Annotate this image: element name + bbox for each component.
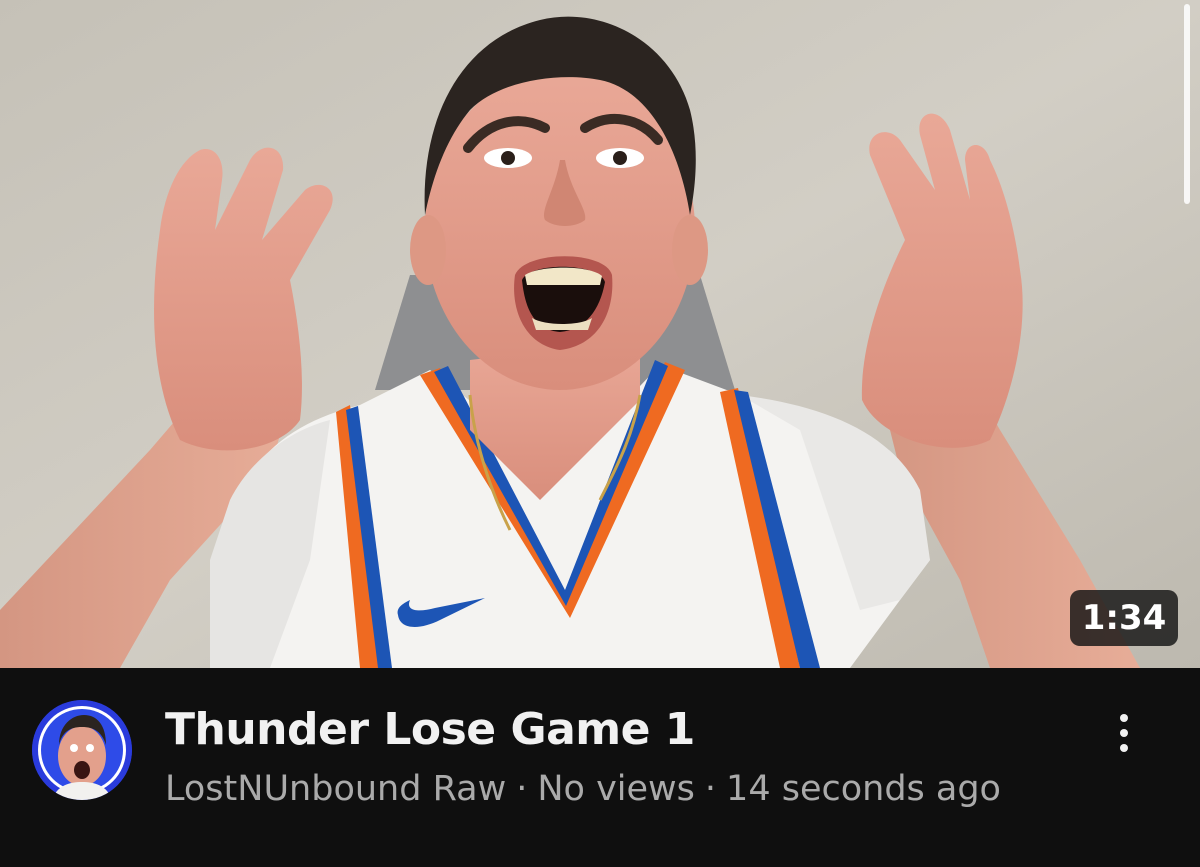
more-vertical-icon	[1120, 714, 1128, 722]
more-options-button[interactable]	[1104, 708, 1144, 758]
scrollbar[interactable]	[1184, 4, 1190, 204]
avatar-image	[32, 700, 132, 800]
channel-name[interactable]: LostNUnbound Raw	[165, 769, 506, 809]
video-metadata: LostNUnbound Raw · No views · 14 seconds ago	[165, 766, 1001, 812]
duration-badge: 1:34	[1070, 590, 1178, 646]
video-card[interactable]: 1:34 Thunder Lose Game 1 LostNUnbound Ra…	[0, 0, 1200, 867]
view-count: No views	[537, 769, 695, 809]
video-thumbnail[interactable]: 1:34	[0, 0, 1200, 668]
channel-avatar[interactable]	[32, 700, 132, 800]
video-title[interactable]: Thunder Lose Game 1	[165, 702, 695, 758]
more-vertical-icon	[1120, 744, 1128, 752]
meta-separator: ·	[704, 769, 717, 809]
meta-separator: ·	[516, 769, 528, 809]
video-details: Thunder Lose Game 1 LostNUnbound Raw · No …	[0, 668, 1200, 867]
thumbnail-image	[0, 0, 1200, 668]
upload-age: 14 seconds ago	[726, 769, 1001, 809]
more-vertical-icon	[1120, 729, 1128, 737]
